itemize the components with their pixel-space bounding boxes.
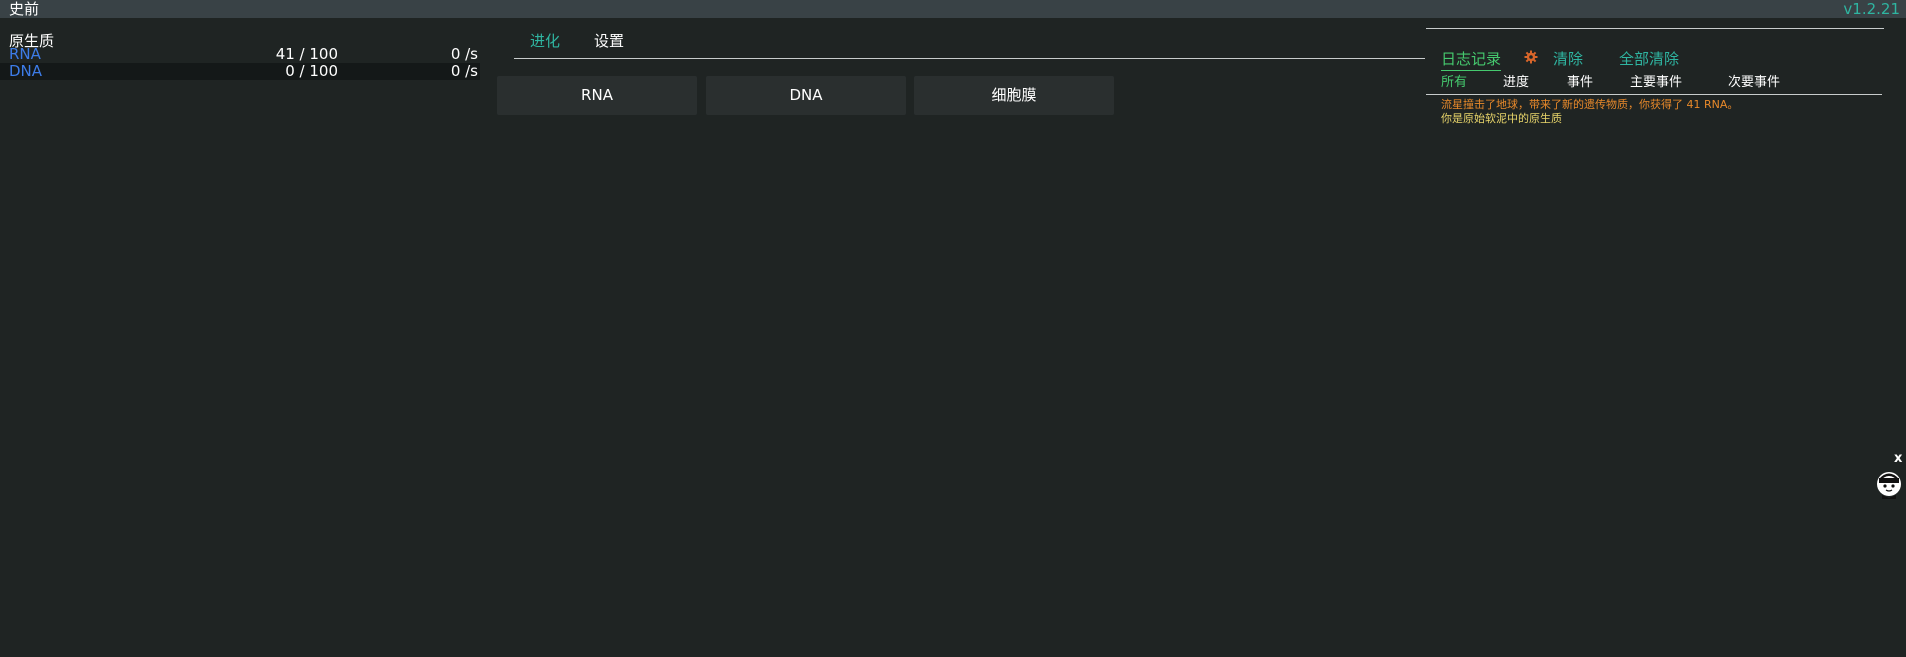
gear-icon[interactable] <box>1524 50 1538 64</box>
resource-row-dna[interactable]: DNA 0 / 100 0 /s <box>0 63 480 80</box>
resource-rate: 0 /s <box>450 45 478 63</box>
log-message: 你是原始软泥中的原生质 <box>1441 112 1562 125</box>
top-bar: 史前 v1.2.21 <box>0 0 1906 18</box>
form-dna-button[interactable]: DNA <box>706 76 906 115</box>
log-filter-events[interactable]: 事件 <box>1567 74 1593 92</box>
resource-name: DNA <box>9 62 43 80</box>
resource-amount: 0 / 100 <box>285 62 338 80</box>
log-filter-tabs: 所有 进度 事件 主要事件 次要事件 <box>1426 74 1882 95</box>
log-title-tab[interactable]: 日志记录 <box>1441 48 1502 71</box>
resource-row-rna[interactable]: RNA 41 / 100 0 /s <box>0 46 480 63</box>
tab-evolution[interactable]: 进化 <box>530 28 560 54</box>
log-filter-all[interactable]: 所有 <box>1441 74 1467 92</box>
log-filter-minor-events[interactable]: 次要事件 <box>1728 74 1780 92</box>
resource-rate: 0 /s <box>450 62 478 80</box>
membrane-button[interactable]: 细胞膜 <box>914 76 1114 115</box>
resource-amount: 41 / 100 <box>275 45 338 63</box>
main-tabs: 进化 设置 <box>514 28 1425 59</box>
log-divider <box>1426 28 1884 29</box>
log-clear-all-button[interactable]: 全部清除 <box>1619 48 1679 70</box>
log-filter-major-events[interactable]: 主要事件 <box>1630 74 1682 92</box>
log-message: 流星撞击了地球，带来了新的遗传物质，你获得了 41 RNA。 <box>1441 98 1739 111</box>
close-icon[interactable]: x <box>1894 452 1902 466</box>
log-clear-button[interactable]: 清除 <box>1553 48 1583 70</box>
tab-settings[interactable]: 设置 <box>594 28 624 54</box>
gather-rna-button[interactable]: RNA <box>497 76 697 115</box>
era-title: 史前 <box>9 0 40 18</box>
version-label[interactable]: v1.2.21 <box>1843 0 1900 18</box>
resource-name: RNA <box>9 45 41 63</box>
mascot-icon[interactable] <box>1875 470 1903 500</box>
log-filter-progress[interactable]: 进度 <box>1503 74 1529 92</box>
